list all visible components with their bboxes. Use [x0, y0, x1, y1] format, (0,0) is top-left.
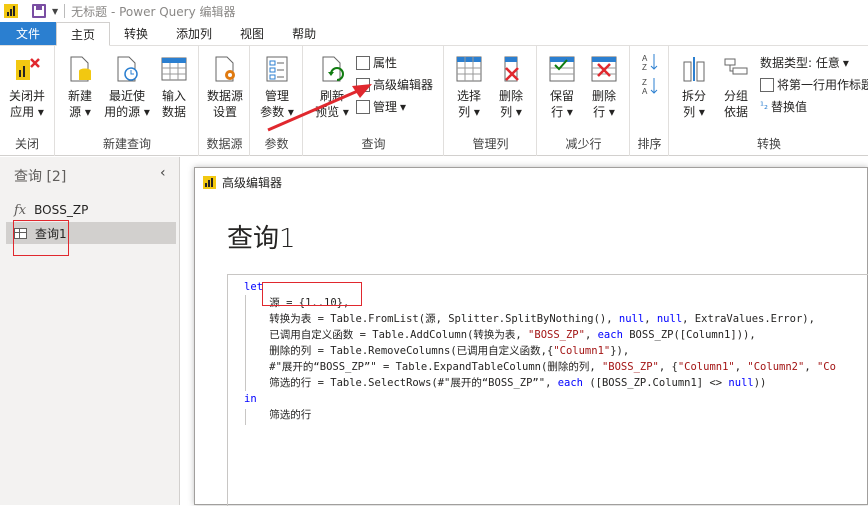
annotation-arrow [267, 84, 372, 132]
